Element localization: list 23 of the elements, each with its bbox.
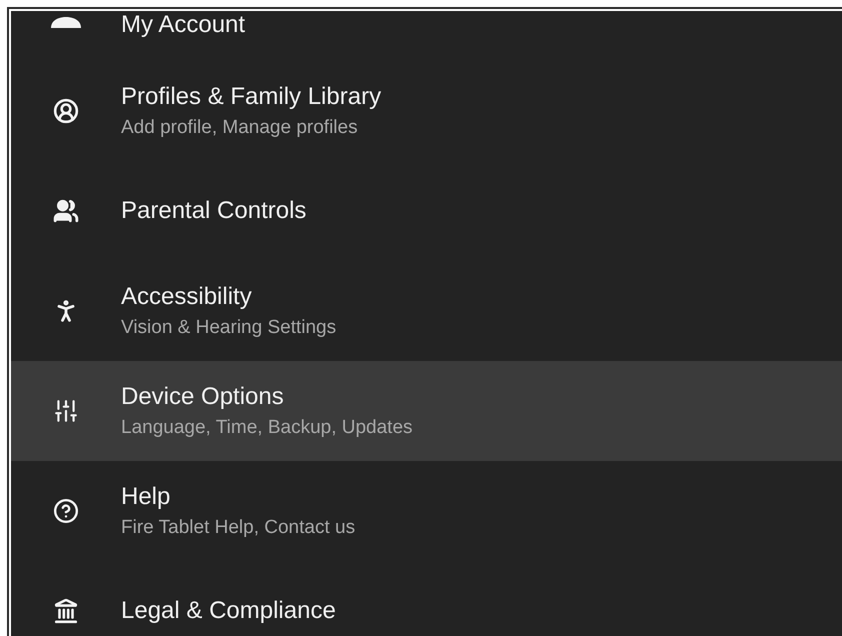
settings-item[interactable]: Accessibility Vision & Hearing Settings [11, 261, 842, 361]
settings-item[interactable]: Help Fire Tablet Help, Contact us [11, 461, 842, 561]
item-subtitle: Vision & Hearing Settings [121, 316, 336, 340]
people-icon [53, 198, 79, 224]
help-icon [53, 498, 79, 524]
settings-item[interactable]: Legal & Compliance [11, 561, 842, 636]
settings-item[interactable]: My Account [11, 11, 842, 61]
landmark-icon [53, 598, 79, 624]
item-subtitle: Language, Time, Backup, Updates [121, 416, 413, 440]
settings-item[interactable]: Parental Controls [11, 161, 842, 261]
item-subtitle: Fire Tablet Help, Contact us [121, 516, 356, 540]
item-title: My Account [121, 11, 246, 39]
settings-item[interactable]: Profiles & Family Library Add profile, Manage profiles [11, 61, 842, 161]
sliders-icon [53, 398, 79, 424]
item-title: Accessibility [121, 282, 253, 310]
item-title: Legal & Compliance [121, 597, 336, 625]
item-title: Profiles & Family Library [121, 82, 382, 110]
settings-item[interactable]: Device Options Language, Time, Backup, Updates [11, 361, 842, 461]
item-title: Help [121, 482, 172, 510]
item-title: Parental Controls [121, 197, 306, 225]
item-subtitle: Add profile, Manage profiles [121, 116, 359, 140]
profile-icon [53, 98, 79, 124]
item-title: Device Options [121, 382, 285, 410]
